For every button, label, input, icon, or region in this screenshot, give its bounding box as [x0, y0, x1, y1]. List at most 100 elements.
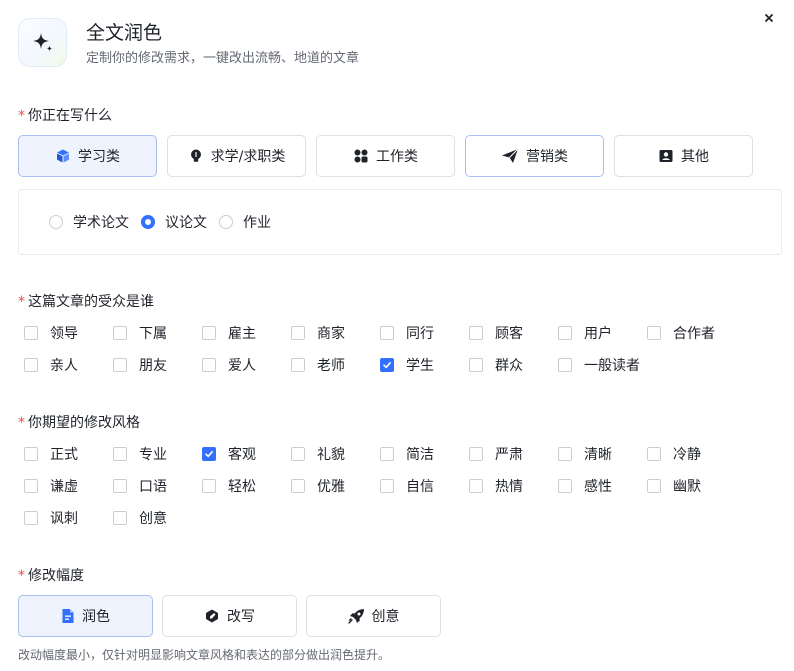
- checkbox-option[interactable]: 朋友: [113, 355, 202, 375]
- checkbox[interactable]: [113, 479, 127, 493]
- radio-argumentative-essay[interactable]: 议论文: [141, 212, 207, 232]
- checkbox-checked[interactable]: [380, 358, 394, 372]
- checkbox-option[interactable]: 顾客: [469, 323, 558, 343]
- radio-homework[interactable]: 作业: [219, 212, 271, 232]
- checkbox-option[interactable]: 简洁: [380, 444, 469, 464]
- checkbox-option[interactable]: 幽默: [647, 476, 736, 496]
- radio-button[interactable]: [141, 215, 155, 229]
- panel-subtitle: 定制你的修改需求，一键改出流畅、地道的文章: [86, 51, 360, 66]
- checkbox-row: 谦虚 口语 轻松 优雅 自信 热情 感性 幽默: [24, 470, 784, 502]
- checkbox[interactable]: [113, 447, 127, 461]
- checkbox-option[interactable]: 讽刺: [24, 508, 113, 528]
- checkbox-option[interactable]: 一般读者: [558, 355, 647, 375]
- checkbox[interactable]: [469, 447, 483, 461]
- checkbox-option[interactable]: 商家: [291, 323, 380, 343]
- category-button-study[interactable]: 学习类: [18, 135, 157, 177]
- checkbox[interactable]: [469, 326, 483, 340]
- checkbox[interactable]: [24, 511, 38, 525]
- checkbox-option[interactable]: 合作者: [647, 323, 736, 343]
- checkbox[interactable]: [24, 326, 38, 340]
- radio-academic-paper[interactable]: 学术论文: [49, 212, 129, 232]
- checkbox-option[interactable]: 群众: [469, 355, 558, 375]
- checkbox-option[interactable]: 正式: [24, 444, 113, 464]
- checkbox[interactable]: [558, 479, 572, 493]
- checkbox[interactable]: [24, 358, 38, 372]
- checkbox-option[interactable]: 严肃: [469, 444, 558, 464]
- checkbox-option[interactable]: 热情: [469, 476, 558, 496]
- checkbox[interactable]: [558, 358, 572, 372]
- checkbox-option[interactable]: 老师: [291, 355, 380, 375]
- degree-button-polish[interactable]: 润色: [18, 595, 153, 637]
- checkbox[interactable]: [469, 358, 483, 372]
- checkbox-label: 讽刺: [50, 511, 78, 527]
- checkbox[interactable]: [647, 447, 661, 461]
- checkbox[interactable]: [113, 358, 127, 372]
- checkbox-option[interactable]: 礼貌: [291, 444, 380, 464]
- checkbox-label: 严肃: [495, 447, 523, 463]
- degree-button-rewrite[interactable]: 改写: [162, 595, 297, 637]
- checkbox-checked[interactable]: [202, 447, 216, 461]
- section-label-style: * 你期望的修改风格: [18, 415, 140, 431]
- checkbox-label: 一般读者: [584, 358, 640, 374]
- checkbox[interactable]: [202, 479, 216, 493]
- checkbox[interactable]: [558, 447, 572, 461]
- checkbox-option[interactable]: 口语: [113, 476, 202, 496]
- checkbox[interactable]: [113, 511, 127, 525]
- checkbox-row: 讽刺 创意: [24, 502, 784, 534]
- checkbox[interactable]: [469, 479, 483, 493]
- category-button-marketing[interactable]: 营销类: [465, 135, 604, 177]
- checkbox-option[interactable]: 创意: [113, 508, 202, 528]
- checkbox-option[interactable]: 清晰: [558, 444, 647, 464]
- checkbox-option[interactable]: 轻松: [202, 476, 291, 496]
- checkbox[interactable]: [113, 326, 127, 340]
- checkbox[interactable]: [202, 358, 216, 372]
- paper-plane-icon: [502, 148, 519, 163]
- checkbox-option[interactable]: 领导: [24, 323, 113, 343]
- checkbox-option[interactable]: 同行: [380, 323, 469, 343]
- checkbox-option[interactable]: 用户: [558, 323, 647, 343]
- checkbox[interactable]: [24, 447, 38, 461]
- checkbox-option[interactable]: 专业: [113, 444, 202, 464]
- category-button-admission[interactable]: 求学/求职类: [167, 135, 306, 177]
- checkbox-option[interactable]: 感性: [558, 476, 647, 496]
- category-button-work[interactable]: 工作类: [316, 135, 455, 177]
- sparkles-icon: [18, 18, 67, 67]
- checkbox-option[interactable]: 下属: [113, 323, 202, 343]
- checkbox-option[interactable]: 亲人: [24, 355, 113, 375]
- checkbox-option[interactable]: 优雅: [291, 476, 380, 496]
- checkbox-option[interactable]: 雇主: [202, 323, 291, 343]
- checkmark-icon: [205, 451, 213, 458]
- checkbox-label: 专业: [139, 447, 167, 463]
- checkbox-option[interactable]: 冷静: [647, 444, 736, 464]
- checkbox[interactable]: [558, 326, 572, 340]
- checkbox-label: 亲人: [50, 358, 78, 374]
- cube-icon: [57, 149, 69, 163]
- checkbox-option[interactable]: 自信: [380, 476, 469, 496]
- checkbox[interactable]: [380, 326, 394, 340]
- category-button-other[interactable]: 其他: [614, 135, 753, 177]
- checkbox[interactable]: [291, 326, 305, 340]
- radio-button[interactable]: [49, 215, 63, 229]
- checkbox-label: 自信: [406, 479, 434, 495]
- checkbox-row: 领导 下属 雇主 商家 同行 顾客 用户 合作者: [24, 317, 784, 349]
- checkbox-option[interactable]: 谦虚: [24, 476, 113, 496]
- checkbox[interactable]: [202, 326, 216, 340]
- radio-button[interactable]: [219, 215, 233, 229]
- checkbox[interactable]: [647, 326, 661, 340]
- checkbox-option[interactable]: 学生: [380, 355, 469, 375]
- checkbox[interactable]: [291, 479, 305, 493]
- checkbox[interactable]: [647, 479, 661, 493]
- checkbox-option[interactable]: 客观: [202, 444, 291, 464]
- checkbox[interactable]: [291, 358, 305, 372]
- checkbox[interactable]: [380, 479, 394, 493]
- degree-button-creative[interactable]: 创意: [306, 595, 441, 637]
- checkbox-label: 优雅: [317, 479, 345, 495]
- close-icon[interactable]: [760, 9, 778, 27]
- checkbox[interactable]: [380, 447, 394, 461]
- checkbox-option[interactable]: 爱人: [202, 355, 291, 375]
- checkbox[interactable]: [24, 479, 38, 493]
- checkbox-label: 合作者: [673, 326, 715, 342]
- rocket-icon: [347, 609, 364, 624]
- checkbox-label: 谦虚: [50, 479, 78, 495]
- checkbox[interactable]: [291, 447, 305, 461]
